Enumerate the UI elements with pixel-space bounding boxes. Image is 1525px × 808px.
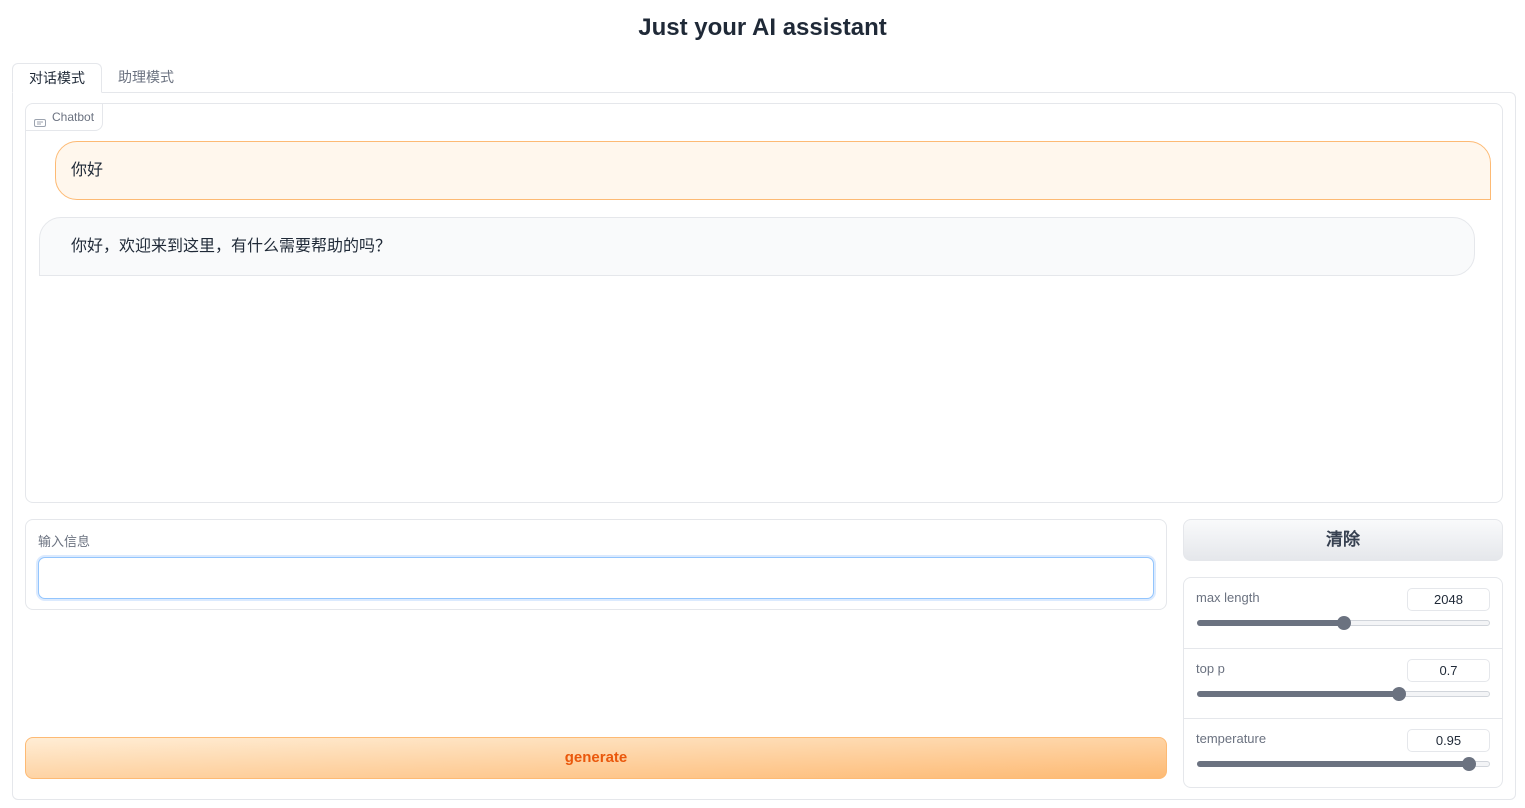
- generate-button[interactable]: generate: [25, 737, 1167, 779]
- input-block: 输入信息: [25, 519, 1167, 610]
- chatbot-label-text: Chatbot: [52, 110, 95, 124]
- chatbot: Chatbot 你好 你好，欢迎来到这里，有什么需要帮助的吗？: [25, 103, 1503, 503]
- bot-message: 你好，欢迎来到这里，有什么需要帮助的吗？: [39, 217, 1475, 276]
- clear-button[interactable]: 清除: [1183, 519, 1503, 561]
- slider-fill: [1197, 691, 1398, 697]
- slider-temperature: temperature 0.95: [1184, 718, 1502, 787]
- slider-value-input[interactable]: 0.95: [1407, 729, 1490, 752]
- page-title: Just your AI assistant: [638, 14, 887, 41]
- slider-label: temperature: [1196, 731, 1267, 746]
- slider-top-p: top p 0.7: [1184, 648, 1502, 718]
- user-message: 你好: [55, 141, 1491, 200]
- slider-track[interactable]: [1197, 616, 1490, 630]
- slider-track[interactable]: [1197, 757, 1490, 771]
- slider-thumb[interactable]: [1461, 757, 1476, 771]
- tab-assistant-mode[interactable]: 助理模式: [102, 63, 190, 93]
- slider-value-input[interactable]: 0.7: [1407, 659, 1490, 682]
- chatbot-label: Chatbot: [26, 104, 104, 131]
- slider-thumb[interactable]: [1391, 687, 1406, 701]
- mode-tabs: 对话模式 助理模式: [12, 63, 190, 93]
- slider-max-length: max length 2048: [1184, 578, 1502, 648]
- message-input[interactable]: [38, 557, 1154, 599]
- slider-fill: [1197, 761, 1468, 767]
- slider-label: top p: [1196, 661, 1225, 676]
- slider-label: max length: [1196, 590, 1260, 605]
- slider-thumb[interactable]: [1336, 616, 1351, 630]
- chat-icon: [34, 112, 46, 127]
- slider-fill: [1197, 620, 1343, 626]
- input-label: 输入信息: [38, 534, 91, 549]
- slider-track[interactable]: [1197, 687, 1490, 701]
- slider-value-input[interactable]: 2048: [1407, 588, 1490, 611]
- parameter-sliders: max length 2048 top p 0.7 temperature 0.…: [1183, 577, 1503, 788]
- tab-chat-mode[interactable]: 对话模式: [12, 63, 102, 93]
